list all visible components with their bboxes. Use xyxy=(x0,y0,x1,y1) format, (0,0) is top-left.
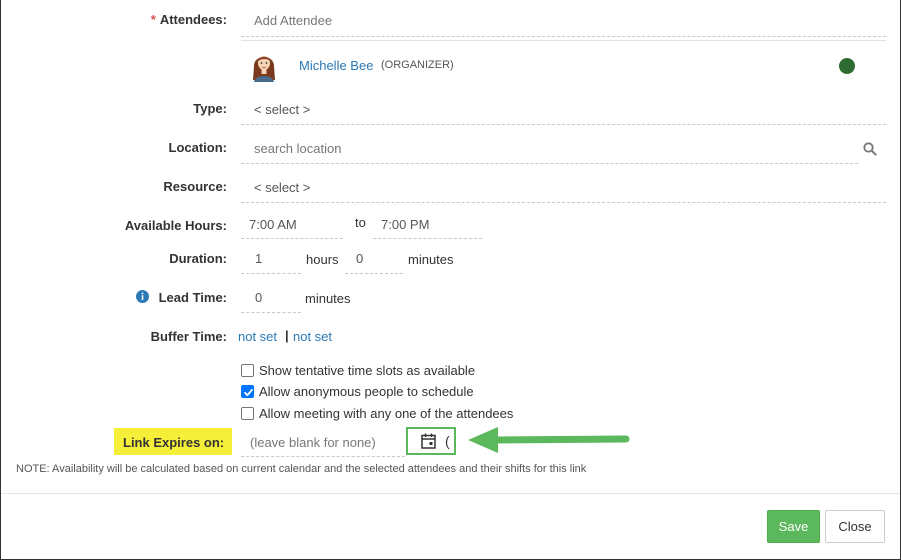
footer-divider xyxy=(1,493,900,494)
attendee-avatar xyxy=(246,48,282,84)
tentative-option-label: Show tentative time slots as available xyxy=(259,363,476,378)
buffer-time-label: Buffer Time: xyxy=(150,329,227,344)
add-attendee-placeholder: Add Attendee xyxy=(254,13,333,28)
location-label: Location: xyxy=(168,140,228,155)
available-hours-label: Available Hours: xyxy=(124,218,227,233)
attendee-status-dot xyxy=(839,58,855,74)
duration-minutes-label: minutes xyxy=(408,252,454,267)
any-attendee-checkbox[interactable] xyxy=(241,407,254,420)
calendar-picker-box[interactable]: ( xyxy=(406,427,456,455)
buffer-separator: | xyxy=(285,328,289,343)
location-placeholder: search location xyxy=(254,141,342,156)
duration-minutes-value: 0 xyxy=(356,251,364,266)
search-icon[interactable] xyxy=(863,142,877,156)
dialog-frame xyxy=(0,0,901,560)
attendee-name[interactable]: Michelle Bee xyxy=(299,58,373,73)
anonymous-checkbox[interactable] xyxy=(241,385,254,398)
resource-select[interactable]: < select > xyxy=(241,171,886,203)
link-expires-placeholder: (leave blank for none) xyxy=(250,435,376,450)
any-attendee-option-label: Allow meeting with any one of the attend… xyxy=(259,406,514,421)
available-to-value: 7:00 PM xyxy=(381,217,430,232)
lead-time-label: Lead Time: xyxy=(158,290,227,305)
attendee-list-divider xyxy=(241,40,886,41)
location-input[interactable]: search location xyxy=(241,131,858,164)
lead-time-input[interactable]: 0 xyxy=(241,282,301,313)
annotation-arrow xyxy=(466,424,630,456)
calendar-trailing-text: ( xyxy=(445,433,450,449)
attendee-role: (ORGANIZER) xyxy=(381,59,454,71)
link-expires-input[interactable]: (leave blank for none) xyxy=(241,426,405,457)
buffer-after-link[interactable]: not set xyxy=(293,329,332,344)
duration-hours-input[interactable]: 1 xyxy=(241,243,301,274)
lead-time-unit: minutes xyxy=(305,291,351,306)
available-from-input[interactable]: 7:00 AM xyxy=(241,208,343,239)
attendees-label: * Attendees: xyxy=(100,12,227,27)
resource-label: Resource: xyxy=(163,179,227,194)
resource-select-value: < select > xyxy=(254,180,311,195)
type-label: Type: xyxy=(193,101,227,116)
buffer-before-link[interactable]: not set xyxy=(238,329,277,344)
available-from-value: 7:00 AM xyxy=(249,217,297,232)
save-button[interactable]: Save xyxy=(767,510,820,543)
attendees-label-text: Attendees: xyxy=(159,12,227,27)
anonymous-option-label: Allow anonymous people to schedule xyxy=(259,384,474,399)
available-to-input[interactable]: 7:00 PM xyxy=(373,208,482,239)
duration-hours-value: 1 xyxy=(255,251,263,266)
available-to-label: to xyxy=(355,215,366,230)
add-attendee-input[interactable]: Add Attendee xyxy=(241,4,886,37)
duration-label: Duration: xyxy=(169,251,227,266)
required-mark: * xyxy=(150,12,156,27)
duration-minutes-input[interactable]: 0 xyxy=(345,243,403,274)
link-expires-label: Link Expires on: xyxy=(123,435,225,450)
type-select-value: < select > xyxy=(254,102,311,117)
duration-hours-label: hours xyxy=(306,252,339,267)
tentative-checkbox[interactable] xyxy=(241,364,254,377)
calendar-icon[interactable] xyxy=(421,433,436,449)
info-icon[interactable] xyxy=(136,290,149,303)
availability-note: NOTE: Availability will be calculated ba… xyxy=(16,463,587,475)
close-button[interactable]: Close xyxy=(825,510,885,543)
type-select[interactable]: < select > xyxy=(241,93,886,125)
link-expires-highlight: Link Expires on: xyxy=(114,428,232,455)
lead-time-value: 0 xyxy=(255,290,263,305)
